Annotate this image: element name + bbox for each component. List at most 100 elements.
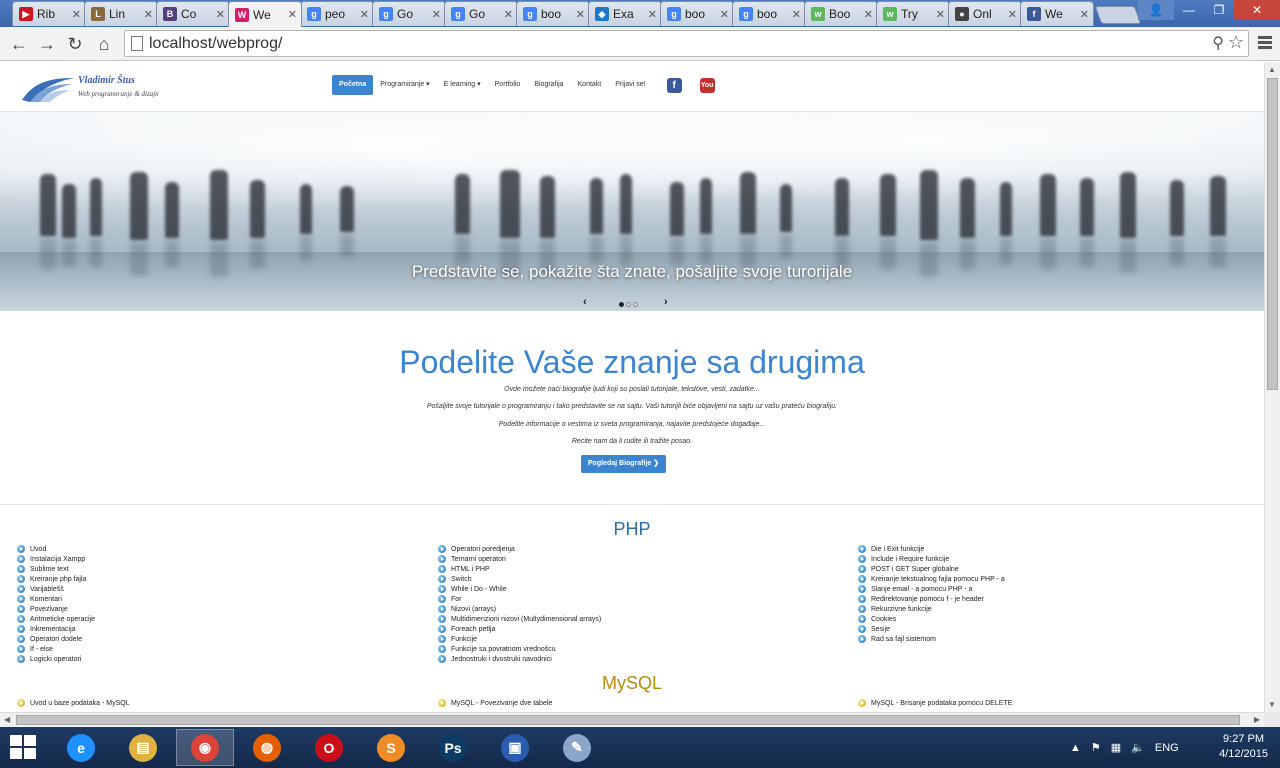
- list-item-link[interactable]: For: [451, 596, 462, 603]
- list-item-link[interactable]: Multidimenzioni nizovi (Multydimensional…: [451, 616, 601, 623]
- carousel-indicator[interactable]: [633, 302, 638, 307]
- list-item[interactable]: Operatori dodele: [17, 634, 417, 644]
- list-item-link[interactable]: Funkcije: [451, 636, 477, 643]
- list-item-link[interactable]: Funkcije sa povratnom vrednošcu: [451, 646, 556, 653]
- list-item-link[interactable]: Uvod u baze podataka - MySQL: [30, 700, 130, 707]
- list-item[interactable]: Slanje email - a pomocu PHP - a: [858, 584, 1258, 594]
- tab-close-icon[interactable]: ✕: [864, 8, 873, 21]
- list-item[interactable]: Nizovi (arrays): [438, 604, 838, 614]
- scroll-down-icon[interactable]: ▼: [1268, 700, 1276, 709]
- taskbar-app-sublime-text[interactable]: S: [362, 729, 420, 766]
- search-icon[interactable]: ⚲: [1212, 33, 1224, 53]
- horizontal-scroll-thumb[interactable]: [16, 715, 1240, 725]
- list-item-link[interactable]: Komentari: [30, 596, 62, 603]
- browser-tab[interactable]: ◆ Exa ✕: [588, 1, 662, 26]
- list-item-link[interactable]: Instalacija Xampp: [30, 556, 85, 563]
- taskbar-app-file-explorer[interactable]: ▤: [114, 729, 172, 766]
- list-item-link[interactable]: POST i GET Super globalne: [871, 566, 959, 573]
- list-item-link[interactable]: Sesije: [871, 626, 890, 633]
- list-item[interactable]: Foreach petlja: [438, 624, 838, 634]
- list-item[interactable]: Logicki operatori: [17, 654, 417, 664]
- bookmark-star-icon[interactable]: ☆: [1228, 32, 1244, 53]
- browser-tab[interactable]: B Co ✕: [156, 1, 230, 26]
- scroll-up-icon[interactable]: ▲: [1268, 65, 1276, 74]
- list-item[interactable]: Cookies: [858, 614, 1258, 624]
- tab-close-icon[interactable]: ✕: [288, 8, 297, 21]
- list-item[interactable]: Rekurzivne funkcije: [858, 604, 1258, 614]
- menu-item[interactable]: Prijavi se!: [608, 75, 652, 95]
- minimize-button[interactable]: —: [1174, 0, 1204, 20]
- browser-tab[interactable]: ● Onl ✕: [948, 1, 1022, 26]
- vertical-scroll-thumb[interactable]: [1267, 78, 1278, 390]
- browser-tab[interactable]: w Try ✕: [876, 1, 950, 26]
- list-item-link[interactable]: Slanje email - a pomocu PHP - a: [871, 586, 972, 593]
- action-center-icon[interactable]: ⚑: [1091, 741, 1101, 754]
- taskbar-app-internet-explorer[interactable]: e: [52, 729, 110, 766]
- list-item[interactable]: Sublime text: [17, 564, 417, 574]
- facebook-icon[interactable]: f: [666, 77, 682, 93]
- browser-tab[interactable]: g boo ✕: [660, 1, 734, 26]
- taskbar-app-save-disk[interactable]: ▣: [486, 729, 544, 766]
- list-item[interactable]: Instalacija Xampp: [17, 554, 417, 564]
- tab-close-icon[interactable]: ✕: [1080, 8, 1089, 21]
- network-icon[interactable]: ▦: [1111, 741, 1121, 754]
- windows-start-icon[interactable]: [10, 735, 38, 761]
- address-bar[interactable]: localhost/webprog/ ⚲ ☆: [124, 30, 1249, 57]
- list-item-link[interactable]: Varijablešš: [30, 586, 64, 593]
- list-item-link[interactable]: Uvod: [30, 546, 46, 553]
- new-tab-button[interactable]: [1094, 6, 1142, 24]
- horizontal-scrollbar[interactable]: ◀ ▶: [0, 712, 1264, 727]
- home-button[interactable]: ⌂: [93, 33, 115, 55]
- list-item-link[interactable]: Cookies: [871, 616, 896, 623]
- list-item-link[interactable]: Operatori poredjenja: [451, 546, 515, 553]
- list-item-link[interactable]: Povezivanje: [30, 606, 68, 613]
- list-item-link[interactable]: Aritmeticke operacije: [30, 616, 95, 623]
- list-item-link[interactable]: While i Do - While: [451, 586, 507, 593]
- carousel-indicator[interactable]: [626, 302, 631, 307]
- list-item[interactable]: Die i Exit funkcije: [858, 544, 1258, 554]
- list-item[interactable]: Komentari: [17, 594, 417, 604]
- list-item-link[interactable]: Switch: [451, 576, 472, 583]
- back-button[interactable]: ←: [8, 33, 30, 55]
- taskbar-app-chrome[interactable]: ◉: [176, 729, 234, 766]
- clock[interactable]: 9:27 PM 4/12/2015: [1219, 732, 1268, 762]
- browser-tab[interactable]: ▶ Rib ✕: [12, 1, 86, 26]
- list-item[interactable]: Uvod: [17, 544, 417, 554]
- browser-tab[interactable]: g Go ✕: [372, 1, 446, 26]
- list-item[interactable]: Inkrementacija: [17, 624, 417, 634]
- list-item-link[interactable]: Kreiranje tekstualnog fajla pomocu PHP -…: [871, 576, 1005, 583]
- tab-close-icon[interactable]: ✕: [432, 8, 441, 21]
- tab-close-icon[interactable]: ✕: [936, 8, 945, 21]
- list-item-link[interactable]: Redirektovanje pomocu f - je header: [871, 596, 984, 603]
- list-item[interactable]: Ternarni operatori: [438, 554, 838, 564]
- list-item[interactable]: Kreiranje php fajla: [17, 574, 417, 584]
- taskbar-app-firefox[interactable]: ◍: [238, 729, 296, 766]
- browser-tab[interactable]: g peo ✕: [300, 1, 374, 26]
- youtube-icon[interactable]: You: [699, 77, 715, 93]
- tab-close-icon[interactable]: ✕: [144, 8, 153, 21]
- taskbar-app-opera[interactable]: O: [300, 729, 358, 766]
- tab-close-icon[interactable]: ✕: [576, 8, 585, 21]
- list-item[interactable]: Multidimenzioni nizovi (Multydimensional…: [438, 614, 838, 624]
- carousel-next-button[interactable]: ›: [664, 296, 668, 308]
- list-item[interactable]: Include i Require funkcije: [858, 554, 1258, 564]
- list-item-link[interactable]: Sublime text: [30, 566, 69, 573]
- browser-tab[interactable]: W We ✕: [228, 1, 302, 27]
- view-biographies-button[interactable]: Pogledaj Biografije ❯: [581, 455, 666, 473]
- list-item[interactable]: Rad sa fajl sistemom: [858, 634, 1258, 644]
- list-item[interactable]: Kreiranje tekstualnog fajla pomocu PHP -…: [858, 574, 1258, 584]
- list-item-link[interactable]: HTML i PHP: [451, 566, 490, 573]
- browser-tab[interactable]: f We ✕: [1020, 1, 1094, 26]
- tab-close-icon[interactable]: ✕: [720, 8, 729, 21]
- list-item[interactable]: Uvod u baze podataka - MySQL: [17, 698, 417, 708]
- volume-icon[interactable]: 🔈: [1131, 741, 1145, 754]
- list-item[interactable]: Switch: [438, 574, 838, 584]
- list-item[interactable]: For: [438, 594, 838, 604]
- reload-button[interactable]: ↻: [64, 33, 86, 55]
- list-item[interactable]: Funkcije sa povratnom vrednošcu: [438, 644, 838, 654]
- tab-close-icon[interactable]: ✕: [504, 8, 513, 21]
- scroll-right-icon[interactable]: ▶: [1254, 715, 1260, 724]
- list-item-link[interactable]: Rad sa fajl sistemom: [871, 636, 936, 643]
- forward-button[interactable]: →: [36, 33, 58, 55]
- menu-item[interactable]: E learning ▾: [437, 75, 488, 95]
